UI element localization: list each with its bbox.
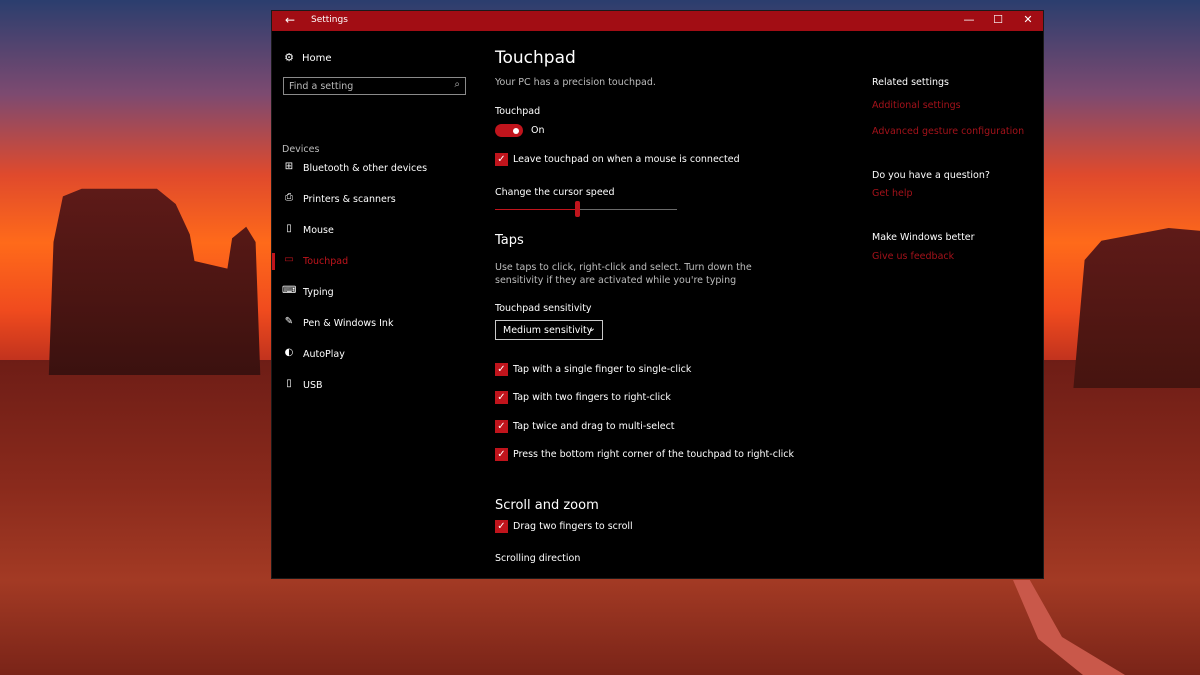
leave-on-label: Leave touchpad on when a mouse is connec…	[513, 154, 740, 165]
sidebar-item-label: USB	[303, 380, 323, 391]
taps-description: Use taps to click, right-click and selec…	[495, 262, 752, 286]
scroll-zoom-heading: Scroll and zoom	[495, 498, 599, 513]
sidebar-item-pen[interactable]: ✎ Pen & Windows Ink	[272, 314, 482, 334]
toggle-state-label: On	[531, 125, 545, 136]
sidebar-item-label: AutoPlay	[303, 349, 345, 360]
leave-on-checkbox[interactable]: ✓	[495, 153, 508, 166]
cursor-speed-slider-fill	[495, 209, 577, 210]
two-finger-tap-label: Tap with two fingers to right-click	[513, 392, 671, 403]
additional-settings-link[interactable]: Additional settings	[872, 100, 961, 111]
precision-touchpad-note: Your PC has a precision touchpad.	[495, 77, 656, 88]
active-indicator	[272, 253, 275, 270]
home-nav[interactable]: ⚙ Home	[282, 51, 332, 64]
sidebar: ⚙ Home ⌕ Devices ⊞ Bluetooth & other devi…	[272, 31, 482, 578]
sidebar-item-label: Printers & scanners	[303, 194, 396, 205]
get-help-link[interactable]: Get help	[872, 188, 913, 199]
sensitivity-label: Touchpad sensitivity	[495, 303, 592, 314]
sidebar-item-bluetooth[interactable]: ⊞ Bluetooth & other devices	[272, 159, 482, 179]
window-title: Settings	[311, 15, 348, 25]
related-settings-heading: Related settings	[872, 77, 949, 88]
single-tap-checkbox[interactable]: ✓	[495, 363, 508, 376]
search-input[interactable]	[289, 79, 449, 93]
cursor-speed-label: Change the cursor speed	[495, 187, 615, 198]
cursor-speed-slider-thumb[interactable]	[575, 201, 580, 217]
sensitivity-dropdown[interactable]: Medium sensitivity ⌄	[495, 320, 603, 340]
title-bar: ← Settings — ☐ ✕	[272, 11, 1043, 31]
feedback-link[interactable]: Give us feedback	[872, 251, 954, 262]
chevron-down-icon: ⌄	[587, 323, 596, 334]
sidebar-item-label: Typing	[303, 287, 334, 298]
desktop-mesa-left	[48, 188, 261, 375]
toggle-knob	[513, 127, 519, 134]
sidebar-item-printers[interactable]: ⎙ Printers & scanners	[272, 190, 482, 210]
sidebar-item-autoplay[interactable]: ◐ AutoPlay	[272, 345, 482, 365]
sidebar-item-usb[interactable]: ▯ USB	[272, 376, 482, 396]
mouse-icon: ▯	[286, 223, 292, 234]
search-icon[interactable]: ⌕	[454, 79, 460, 90]
sidebar-item-touchpad[interactable]: ▭ Touchpad	[272, 252, 482, 272]
sidebar-item-label: Bluetooth & other devices	[303, 163, 428, 174]
touchpad-toggle-label: Touchpad	[495, 106, 541, 117]
make-windows-better-heading: Make Windows better	[872, 232, 975, 243]
sidebar-item-mouse[interactable]: ▯ Mouse	[272, 221, 482, 241]
two-finger-scroll-label: Drag two fingers to scroll	[513, 521, 633, 532]
tap-drag-checkbox[interactable]: ✓	[495, 420, 508, 433]
sidebar-item-label: Pen & Windows Ink	[303, 318, 394, 329]
main-content: Touchpad Your PC has a precision touchpa…	[495, 31, 835, 578]
sidebar-item-label: Touchpad	[303, 256, 349, 267]
desktop-mesa-right	[1073, 228, 1200, 388]
autoplay-icon: ◐	[284, 347, 294, 358]
printer-icon: ⎙	[285, 192, 293, 203]
corner-right-click-label: Press the bottom right corner of the tou…	[513, 449, 794, 460]
touchpad-icon: ▭	[284, 254, 294, 265]
back-arrow-icon[interactable]: ←	[282, 13, 298, 27]
minimize-button[interactable]: —	[959, 13, 979, 26]
maximize-button[interactable]: ☐	[988, 13, 1008, 26]
question-heading: Do you have a question?	[872, 170, 990, 181]
scrolling-direction-label: Scrolling direction	[495, 553, 581, 564]
advanced-gesture-link[interactable]: Advanced gesture configuration	[872, 126, 1024, 137]
keyboard-icon: ⌨	[282, 285, 297, 296]
section-heading-devices: Devices	[282, 144, 320, 155]
gear-icon: ⚙	[284, 51, 294, 64]
corner-right-click-checkbox[interactable]: ✓	[495, 448, 508, 461]
taps-heading: Taps	[495, 233, 524, 248]
home-label: Home	[302, 53, 332, 64]
close-button[interactable]: ✕	[1018, 13, 1038, 26]
single-tap-label: Tap with a single finger to single-click	[513, 364, 692, 375]
cursor-speed-slider-track[interactable]	[495, 209, 677, 210]
sensitivity-value: Medium sensitivity	[503, 325, 593, 336]
settings-window: ← Settings — ☐ ✕ ⚙ Home ⌕ Devices ⊞ Bluet…	[272, 11, 1043, 578]
search-box[interactable]: ⌕	[283, 77, 466, 95]
usb-icon: ▯	[286, 378, 292, 389]
pen-icon: ✎	[284, 316, 294, 327]
two-finger-scroll-checkbox[interactable]: ✓	[495, 520, 508, 533]
page-title: Touchpad	[495, 48, 576, 68]
sidebar-item-typing[interactable]: ⌨ Typing	[272, 283, 482, 303]
tap-drag-label: Tap twice and drag to multi-select	[513, 421, 675, 432]
bluetooth-icon: ⊞	[284, 161, 294, 172]
two-finger-tap-checkbox[interactable]: ✓	[495, 391, 508, 404]
sidebar-item-label: Mouse	[303, 225, 334, 236]
touchpad-toggle[interactable]	[495, 124, 523, 137]
